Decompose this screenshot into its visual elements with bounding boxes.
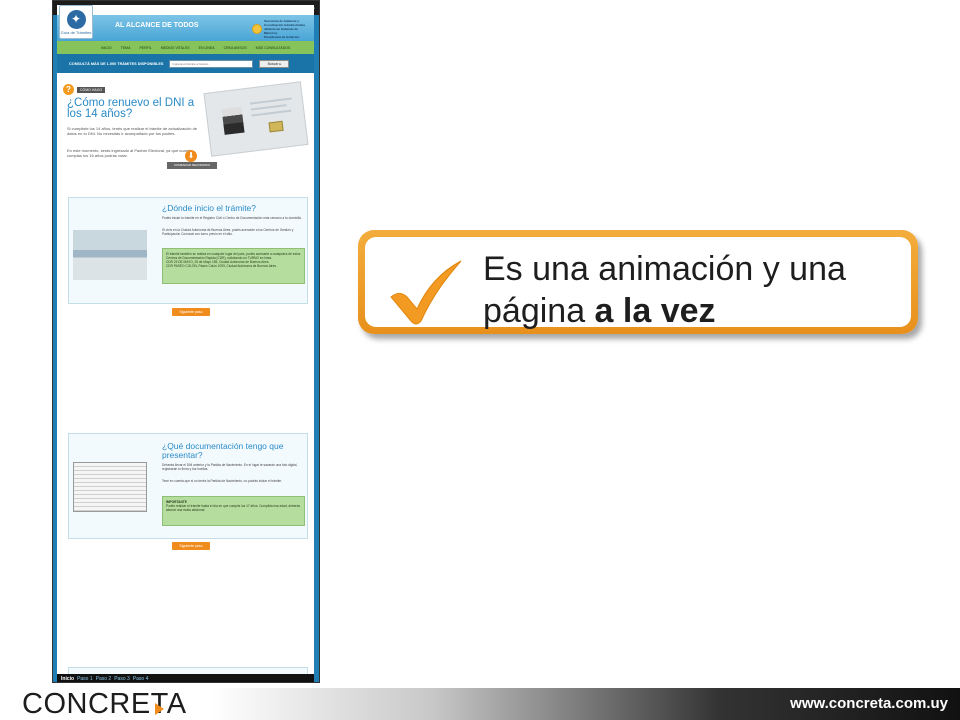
step-link-1[interactable]: Paso 1 — [77, 676, 93, 682]
nav-item-perfil[interactable]: PERFIL — [139, 46, 151, 50]
gov-text: Secretaría de Gabinete y Coordinación Ad… — [264, 19, 305, 39]
step-link-inicio[interactable]: Inicio — [61, 676, 74, 682]
main-nav: INICIO TEMA PERFIL MEDIOS VITALES EN LÍN… — [57, 41, 314, 54]
dni-photo — [221, 106, 245, 135]
checkmark-icon — [390, 260, 462, 325]
page-title: ¿Cómo renuevo el DNI a los 14 años? — [67, 97, 195, 120]
search-input[interactable] — [169, 59, 254, 68]
site-tagline: AL ALCANCE DE TODOS — [115, 22, 199, 29]
step-text: Podés iniciar tu trámite en el Registro … — [162, 216, 302, 220]
dni-chip-icon — [268, 120, 284, 133]
step-card-1: ¿Dónde inicio el trámite? Podés iniciar … — [68, 197, 308, 304]
site-header: AL ALCANCE DE TODOS Secretaría de Gabine… — [57, 15, 314, 41]
brand-arrow-icon — [155, 703, 164, 715]
logo-text: Guía de Trámites — [60, 29, 92, 35]
info-box: IMPORTANTE Podés realizar el trámite has… — [162, 496, 305, 526]
nav-item-mas-consultados[interactable]: MÁS CONSULTADOS — [256, 46, 291, 50]
info-box: El trámite también se realiza en cualqui… — [162, 248, 305, 284]
compass-star-icon: ✦ — [66, 9, 86, 29]
search-bar: CONSULTÁ MÁS DE 1.000 TRÁMITES DISPONIBL… — [57, 54, 314, 73]
web-page: AL ALCANCE DE TODOS Secretaría de Gabine… — [57, 5, 314, 674]
step-text-2: Si vivís en la Ciudad Autónoma de Buenos… — [162, 228, 294, 236]
nav-item-crea-avisos[interactable]: CREA AVISOS — [224, 46, 247, 50]
document-photo — [73, 462, 147, 512]
step-link-2[interactable]: Paso 2 — [96, 676, 112, 682]
callout-box: Es una animación y una página a la vez — [358, 230, 918, 334]
office-photo — [73, 230, 147, 280]
step-text-2: Tené en cuenta que si no tenés la Partid… — [162, 479, 282, 483]
next-step-button[interactable]: Siguiente paso — [172, 308, 210, 316]
step-title: ¿Dónde inicio el trámite? — [162, 203, 257, 213]
step-link-4[interactable]: Paso 4 — [133, 676, 149, 682]
nav-item-medios[interactable]: MEDIOS VITALES — [161, 46, 190, 50]
how-to-tag: CÓMO HAGO — [77, 86, 106, 93]
website-url[interactable]: www.concreta.com.uy — [790, 688, 948, 720]
begin-tour-button[interactable]: COMENZAR RECORRIDO — [167, 162, 217, 169]
nav-item-inicio[interactable]: INICIO — [101, 46, 112, 50]
callout-emphasis: a la vez — [594, 292, 716, 330]
intro-paragraph-2: En este momento, serás ingresado al Padr… — [67, 148, 193, 158]
callout-text: Es una animación y una página a la vez — [483, 248, 903, 332]
intro-paragraph: Si cumpliste los 14 años, tenés que real… — [67, 126, 198, 136]
step-navigation: Inicio Paso 1 Paso 2 Paso 3 Paso 4 — [57, 674, 314, 682]
callout-line-2: página — [483, 292, 595, 330]
section-heading: ? CÓMO HAGO — [63, 84, 106, 95]
nav-item-tema[interactable]: TEMA — [121, 46, 131, 50]
step-card-3 — [68, 667, 308, 674]
step-link-3[interactable]: Paso 3 — [114, 676, 130, 682]
step-title: ¿Qué documentación tengo que presentar? — [162, 441, 284, 460]
callout-inner: Es una animación y una página a la vez — [365, 237, 911, 330]
question-icon: ? — [63, 84, 74, 95]
next-step-button[interactable]: Siguiente paso — [172, 542, 210, 550]
dni-card-image — [203, 81, 309, 157]
search-label: CONSULTÁ MÁS DE 1.000 TRÁMITES DISPONIBL… — [69, 61, 164, 66]
site-logo[interactable]: ✦ Guía de Trámites — [59, 5, 93, 39]
government-logo: Secretaría de Gabinete y Coordinación Ad… — [252, 19, 312, 39]
step-text: Deberás llevar el DNI anterior y la Part… — [162, 463, 298, 471]
callout-line-1: Es una animación y una — [483, 250, 846, 288]
download-arrow-icon[interactable]: ⬇ — [185, 150, 197, 162]
step-card-2: ¿Qué documentación tengo que presentar? … — [68, 433, 308, 539]
nav-item-en-linea[interactable]: EN LÍNEA — [199, 46, 215, 50]
website-screenshot: AYUDA CONTÁCTENOS PORTAL MI ARGENTINA MA… — [52, 0, 320, 683]
search-button[interactable]: Buscar ▸ — [259, 59, 290, 68]
sun-emblem-icon — [252, 24, 262, 34]
